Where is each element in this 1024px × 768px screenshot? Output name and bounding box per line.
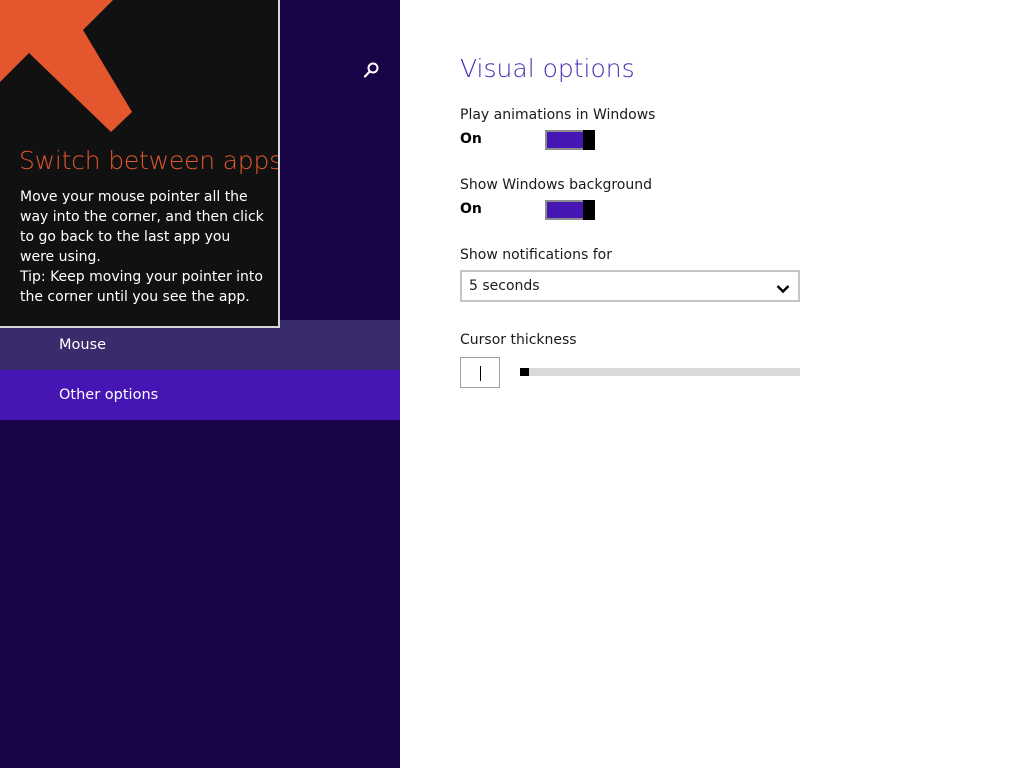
nav-item-label: Mouse [59,337,107,353]
app-window: Mouse Other options Switch between apps … [0,0,1024,768]
animations-state: On [460,131,482,147]
tip-description: Move your mouse pointer all the way into… [20,189,264,265]
arrow-up-left-icon [0,0,132,132]
search-icon [358,58,384,84]
slider-thumb[interactable] [520,368,529,376]
tip-hint: Tip: Keep moving your pointer into the c… [20,269,263,305]
cursor-thickness-label: Cursor thickness [460,332,577,348]
notifications-dropdown[interactable]: 5 seconds [460,270,800,302]
chevron-down-icon [776,280,790,299]
text-cursor-icon [480,366,481,381]
animations-label: Play animations in Windows [460,107,656,123]
cursor-thickness-slider[interactable] [520,366,800,378]
cursor-thickness-preview [460,357,500,388]
tip-title: Switch between apps [19,146,280,175]
page-title: Visual options [460,54,635,83]
nav-item-label: Other options [59,387,159,403]
slider-track [520,368,800,376]
toggle-thumb[interactable] [583,200,595,220]
animations-toggle[interactable] [545,130,595,150]
search-button[interactable] [358,58,384,84]
nav-item-other-options[interactable]: Other options [0,370,400,420]
toggle-thumb[interactable] [583,130,595,150]
background-label: Show Windows background [460,177,652,193]
background-state: On [460,201,482,217]
notifications-value: 5 seconds [469,278,540,294]
tip-flyout: Switch between apps Move your mouse poin… [0,0,280,328]
background-toggle[interactable] [545,200,595,220]
tip-body: Move your mouse pointer all the way into… [20,187,264,307]
notifications-label: Show notifications for [460,247,612,263]
